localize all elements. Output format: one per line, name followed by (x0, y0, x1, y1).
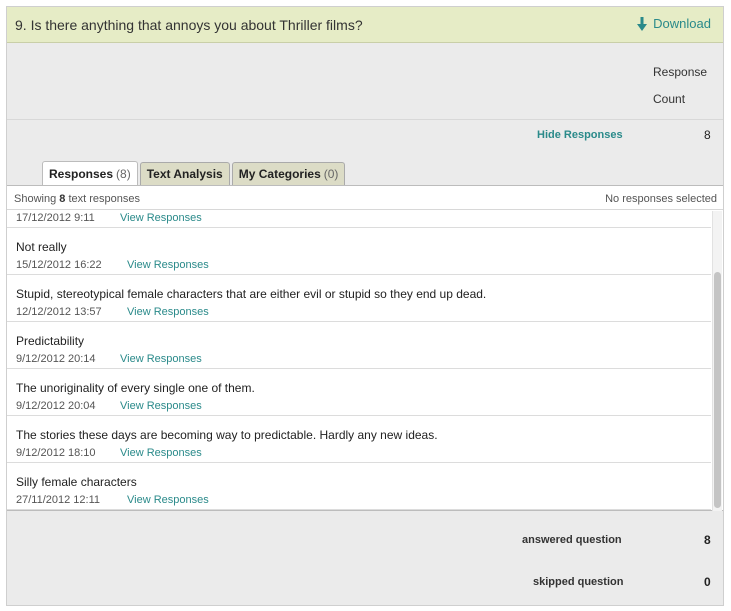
tab-label: Text Analysis (146, 167, 223, 181)
response-text: Silly female characters (16, 475, 137, 489)
list-item[interactable]: 17/12/2012 9:11 View Responses (7, 211, 711, 228)
tab-count: (8) (116, 167, 131, 181)
panel-header: Showing 8 text responses No responses se… (7, 186, 723, 210)
list-item[interactable]: The unoriginality of every single one of… (7, 369, 711, 416)
skipped-question-value: 0 (704, 575, 711, 589)
view-responses-link[interactable]: View Responses (127, 494, 209, 506)
question-header: 9. Is there anything that annoys you abo… (7, 7, 723, 43)
response-date: 9/12/2012 20:14 (16, 353, 96, 365)
response-date: 17/12/2012 9:11 (16, 212, 95, 224)
answered-question-label: answered question (522, 534, 622, 546)
list-item[interactable]: Silly female characters 27/11/2012 12:11… (7, 463, 711, 510)
divider (7, 119, 723, 120)
tab-label: Responses (49, 167, 114, 181)
showing-text: Showing 8 text responses (14, 193, 140, 205)
question-card: 9. Is there anything that annoys you abo… (6, 6, 724, 606)
response-list[interactable]: 17/12/2012 9:11 View Responses Not reall… (7, 211, 711, 511)
answered-question-value: 8 (704, 533, 711, 547)
view-responses-link[interactable]: View Responses (127, 306, 209, 318)
list-item[interactable]: Not really 15/12/2012 16:22 View Respons… (7, 228, 711, 275)
view-responses-link[interactable]: View Responses (127, 259, 209, 271)
arrow-down-icon (637, 16, 648, 31)
response-date: 27/11/2012 12:11 (16, 494, 101, 506)
response-count-header: Response Count (653, 59, 707, 113)
list-item[interactable]: Predictability 9/12/2012 20:14 View Resp… (7, 322, 711, 369)
scrollbar-thumb[interactable] (714, 272, 721, 508)
showing-count: 8 (59, 193, 66, 205)
response-text: Stupid, stereotypical female characters … (16, 287, 487, 301)
tab-text-analysis[interactable]: Text Analysis (139, 162, 230, 185)
response-date: 12/12/2012 13:57 (16, 306, 102, 318)
response-date: 15/12/2012 16:22 (16, 259, 102, 271)
selection-status: No responses selected (605, 193, 717, 205)
view-responses-link[interactable]: View Responses (120, 212, 202, 224)
view-responses-link[interactable]: View Responses (120, 353, 202, 365)
hide-responses-link[interactable]: Hide Responses (537, 129, 623, 141)
response-text: The unoriginality of every single one of… (16, 381, 255, 395)
list-item[interactable]: Stupid, stereotypical female characters … (7, 275, 711, 322)
download-button[interactable]: Download (637, 16, 711, 31)
response-text: Not really (16, 240, 67, 254)
hide-responses-count: 8 (704, 128, 711, 142)
download-label: Download (653, 16, 711, 31)
response-count-line-2: Count (653, 92, 686, 106)
response-date: 9/12/2012 18:10 (16, 447, 96, 459)
tab-bar: Responses (8) Text Analysis My Categorie… (42, 161, 346, 186)
tab-my-categories[interactable]: My Categories (0) (231, 162, 346, 185)
responses-panel: Showing 8 text responses No responses se… (7, 185, 723, 511)
list-item[interactable]: The stories these days are becoming way … (7, 416, 711, 463)
response-text: The stories these days are becoming way … (16, 428, 438, 442)
view-responses-link[interactable]: View Responses (120, 447, 202, 459)
tab-label: My Categories (238, 167, 321, 181)
tab-responses[interactable]: Responses (8) (42, 161, 138, 186)
response-text: Predictability (16, 334, 85, 348)
tab-count: (0) (323, 167, 339, 181)
skipped-question-label: skipped question (533, 576, 624, 588)
view-responses-link[interactable]: View Responses (120, 400, 202, 412)
response-date: 9/12/2012 20:04 (16, 400, 96, 412)
showing-suffix: text responses (68, 193, 140, 205)
showing-prefix: Showing (14, 193, 57, 205)
response-count-line-1: Response (653, 65, 708, 79)
question-title: 9. Is there anything that annoys you abo… (15, 17, 363, 33)
